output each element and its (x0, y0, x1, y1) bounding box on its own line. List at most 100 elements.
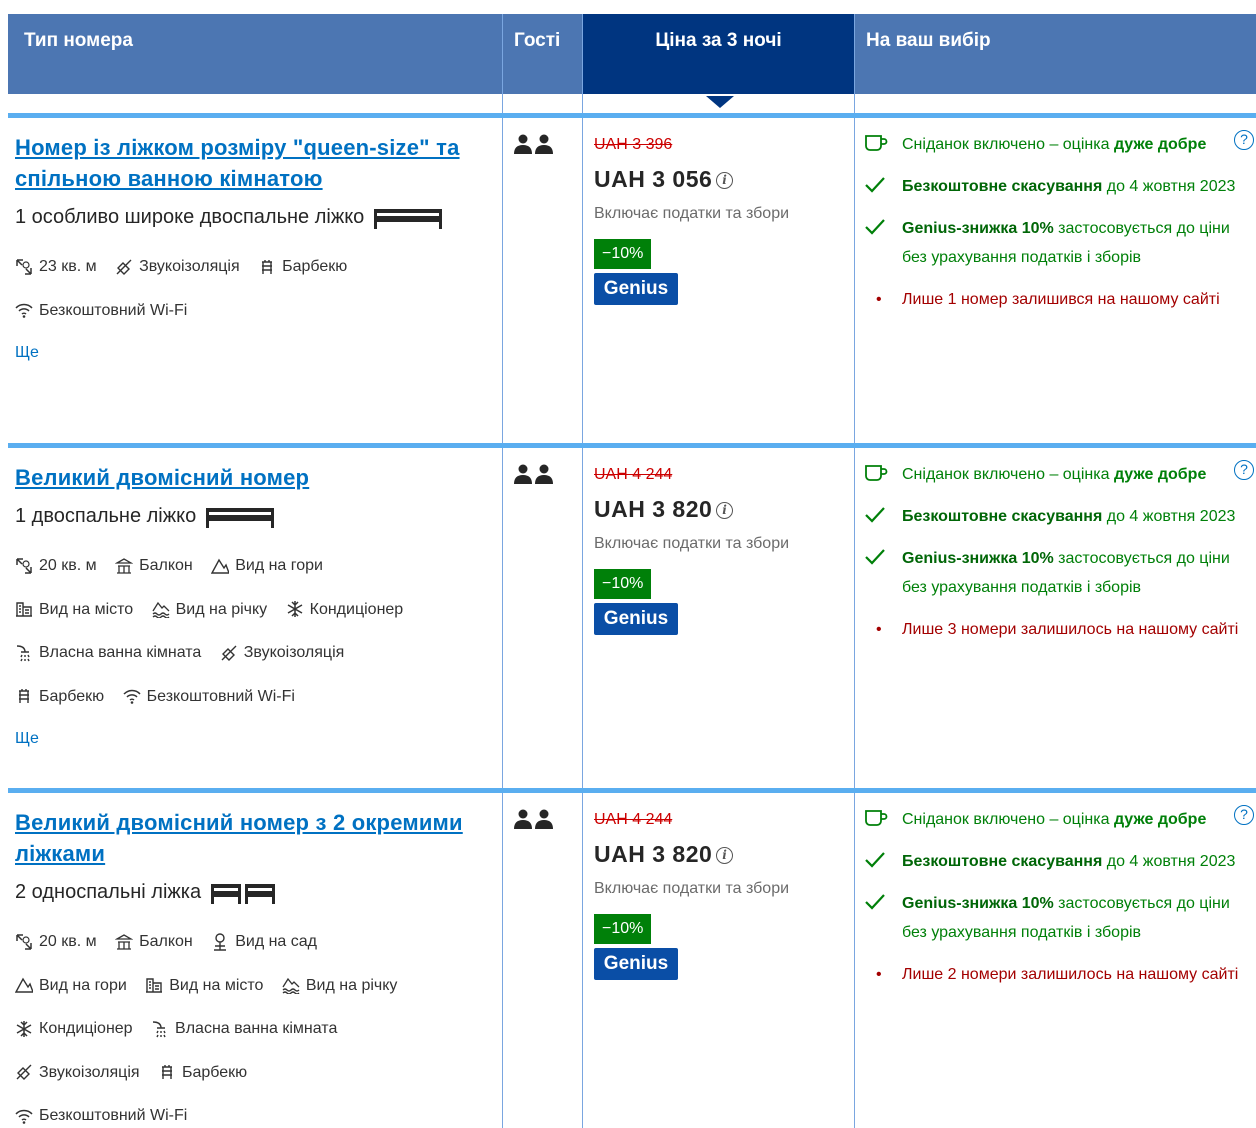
soundproof-icon (16, 1064, 32, 1080)
bed-info: 1 двоспальне ліжко (15, 505, 495, 528)
new-price: UAH 3 820 i (594, 496, 844, 523)
facility-item: Балкон (115, 922, 193, 961)
room-title-link[interactable]: Великий двомісний номер (15, 462, 495, 493)
more-link[interactable]: Ще (15, 344, 495, 362)
facilities-list: 23 кв. м Звукоізоляція Барбекю Безкоштов… (15, 247, 495, 334)
breakfast-info: Сніданок включено – оцінка дуже добре (864, 805, 1256, 834)
availability-warning: • Лише 2 номери залишилось на нашому сай… (864, 960, 1256, 989)
bullet-icon: • (876, 291, 882, 308)
old-price: UAH 3 396 (594, 136, 673, 153)
facility-item: Безкоштовний Wi-Fi (15, 1096, 187, 1128)
room-title-link[interactable]: Номер із ліжком розміру "queen-size" та … (15, 132, 495, 194)
availability-warning: • Лише 1 номер залишився на нашому сайті (864, 285, 1256, 314)
facility-item: Власна ванна кімната (151, 1009, 337, 1048)
two-guests-icon (514, 134, 553, 154)
genius-discount-info: Genius-знижка 10% застосовується до ціни… (864, 544, 1256, 602)
more-link[interactable]: Ще (15, 730, 495, 748)
facility-item: Барбекю (15, 677, 104, 716)
mountain-icon (15, 977, 33, 993)
header-guests[interactable]: Гості (514, 14, 560, 94)
snowflake-icon (16, 1020, 32, 1037)
new-price: UAH 3 820 i (594, 841, 844, 868)
facility-item: Кондиціонер (15, 1009, 133, 1048)
facility-item: Барбекю (258, 247, 347, 286)
wifi-icon (123, 689, 141, 704)
shower-icon (153, 1020, 166, 1037)
balcony-icon (115, 557, 134, 574)
facility-item: 20 кв. м (15, 546, 97, 585)
garden-icon (214, 932, 227, 951)
bed-label: 1 двоспальне ліжко (15, 505, 197, 527)
free-cancellation: Безкоштовне скасування до 4 жовтня 2023 (864, 847, 1256, 876)
info-icon[interactable]: i (716, 172, 734, 189)
guests-cell (513, 464, 555, 491)
checkmark-icon (865, 894, 885, 910)
breakfast-info: Сніданок включено – оцінка дуже добре (864, 460, 1256, 489)
barbecue-icon (161, 1065, 172, 1079)
bullet-icon: • (876, 966, 882, 983)
coffee-cup-icon (865, 465, 888, 481)
soundproof-icon (221, 645, 237, 661)
checkmark-icon (865, 507, 885, 523)
room-title-link[interactable]: Великий двомісний номер з 2 окремими ліж… (15, 807, 495, 869)
barbecue-icon (262, 259, 273, 274)
facility-item: 23 кв. м (15, 247, 97, 286)
header-room-type[interactable]: Тип номера (24, 14, 133, 94)
double-bed-icon (374, 208, 443, 229)
facility-item: Вид на сад (211, 922, 317, 961)
facility-item: 20 кв. м (15, 922, 97, 961)
facility-item: Балкон (115, 546, 193, 585)
shower-icon (16, 644, 30, 661)
city-icon (146, 978, 163, 993)
facility-item: Звукоізоляція (15, 1053, 140, 1092)
header-choice[interactable]: На ваш вибір (866, 14, 991, 94)
area-icon (16, 933, 32, 950)
guests-cell (513, 809, 555, 836)
city-icon (16, 602, 32, 617)
facility-item: Кондиціонер (286, 590, 403, 629)
barbecue-icon (19, 689, 29, 703)
facility-item: Вид на гори (211, 546, 323, 585)
header-price[interactable]: Ціна за 3 ночі (583, 14, 854, 108)
genius-discount-info: Genius-знижка 10% застосовується до ціни… (864, 214, 1256, 272)
genius-discount-info: Genius-знижка 10% застосовується до ціни… (864, 889, 1256, 947)
discount-badge: −10% (594, 239, 652, 269)
new-price: UAH 3 056 i (594, 166, 844, 193)
balcony-icon (115, 933, 134, 950)
facilities-list: 20 кв. м Балкон Вид на сад Вид на гори В… (15, 922, 495, 1128)
two-guests-icon (514, 464, 553, 484)
sort-arrow-icon (706, 96, 734, 108)
facility-item: Вид на місто (15, 590, 133, 629)
taxes-note: Включає податки та збори (594, 535, 790, 552)
bed-label: 1 особливо широке двоспальне ліжко (15, 206, 365, 228)
genius-badge: Genius (594, 603, 678, 635)
bed-info: 2 односпальні ліжка (15, 881, 495, 904)
soundproof-icon (116, 259, 132, 275)
room-table: Тип номера Гості На ваш вибір Ціна за 3 … (8, 0, 1256, 1128)
wifi-icon (15, 303, 33, 318)
discount-badge: −10% (594, 569, 652, 599)
snowflake-icon (287, 601, 302, 617)
header-price-label: Ціна за 3 ночі (655, 30, 782, 51)
free-cancellation: Безкоштовне скасування до 4 жовтня 2023 (864, 172, 1256, 201)
area-icon (16, 557, 32, 574)
bed-info: 1 особливо широке двоспальне ліжко (15, 206, 495, 229)
facility-item: Звукоізоляція (115, 247, 240, 286)
facility-item: Звукоізоляція (220, 633, 344, 672)
row-divider (8, 788, 1256, 793)
genius-badge: Genius (594, 273, 678, 305)
column-divider (854, 14, 855, 1128)
info-icon[interactable]: i (716, 502, 734, 519)
bed-label: 2 односпальні ліжка (15, 881, 202, 903)
facility-item: Барбекю (158, 1053, 247, 1092)
checkmark-icon (865, 219, 885, 235)
facility-item: Вид на гори (15, 966, 127, 1005)
info-icon[interactable]: i (716, 847, 734, 864)
row-divider (8, 113, 1256, 118)
mountain-icon (211, 558, 230, 574)
checkmark-icon (865, 177, 885, 193)
facility-item: Безкоштовний Wi-Fi (15, 291, 187, 330)
breakfast-info: Сніданок включено – оцінка дуже добре (864, 130, 1256, 159)
wifi-icon (15, 1109, 33, 1124)
checkmark-icon (865, 549, 885, 565)
